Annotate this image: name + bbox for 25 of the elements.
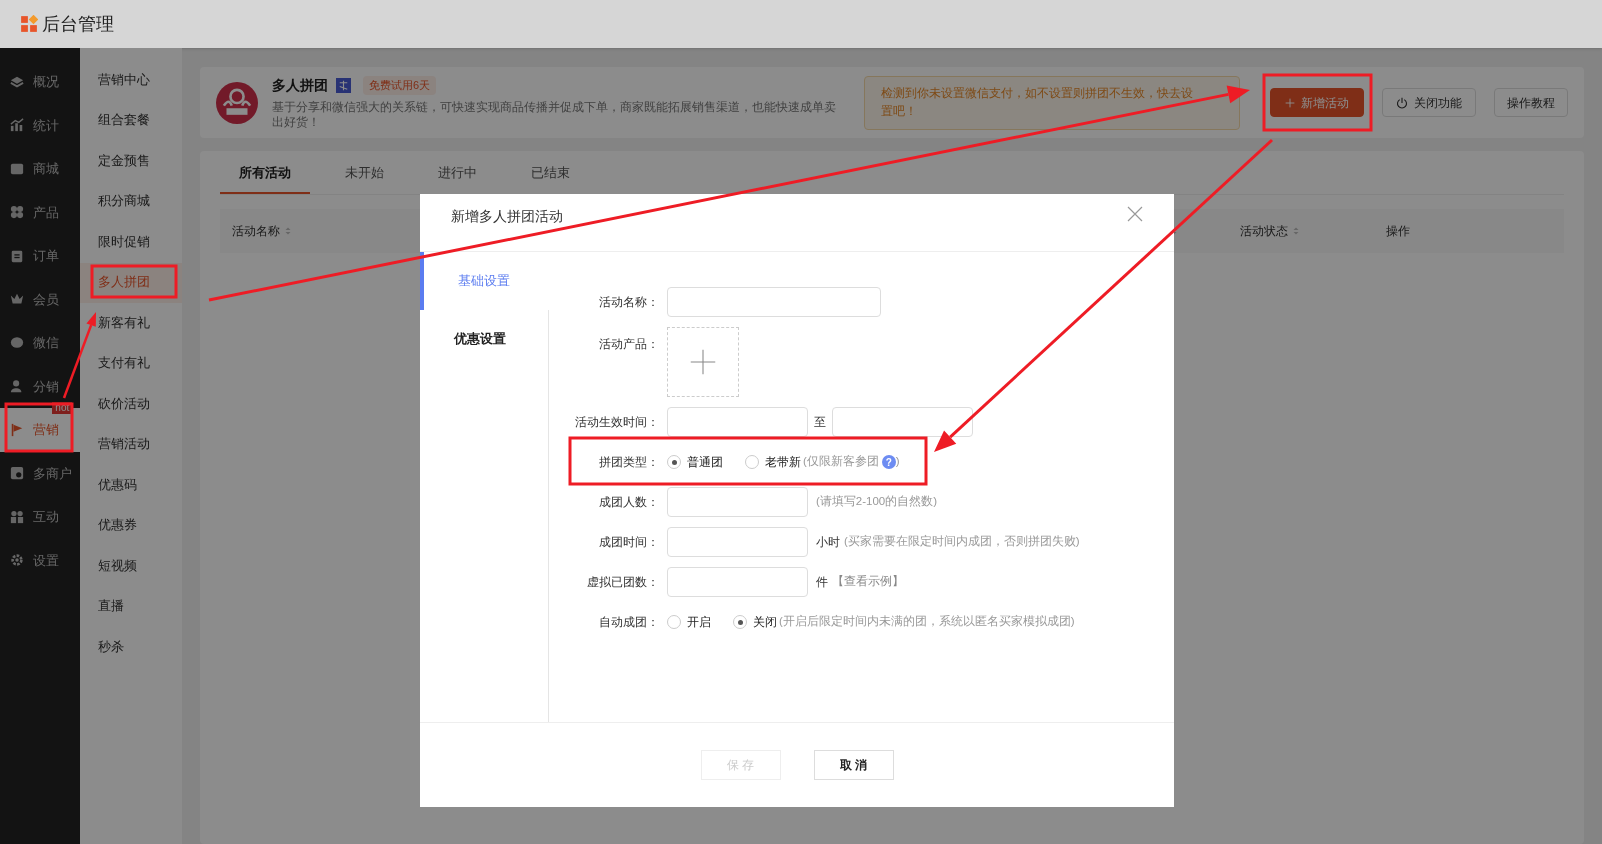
field-label: 拼团类型： <box>598 454 659 471</box>
field-label: 成团时间： <box>598 534 659 551</box>
warning-alert: 检测到你未设置微信支付，如不设置则拼团不生效，快去设置吧！ <box>864 75 1240 130</box>
app-title: 后台管理 <box>42 12 114 36</box>
column-header: 活动状态 <box>1240 223 1288 240</box>
field-label: 活动名称： <box>598 294 659 311</box>
field-label: 虚拟已团数： <box>586 574 659 591</box>
plugin-description: 基于分享和微信强大的关系链，可快速实现商品传播并促成下单，商家既能拓展销售渠道，也能快速成单卖出好货！ <box>272 100 837 130</box>
dialog-title: 新增多人拼团活动 <box>451 207 563 226</box>
field-label: 活动生效时间： <box>574 414 659 431</box>
hint-text: (仅限新客参团 <box>803 454 879 470</box>
column-header: 操作 <box>1386 223 1410 240</box>
field-label: 成团人数： <box>598 494 659 511</box>
hint-text: (请填写2-100的自然数) <box>816 494 938 510</box>
hint-text: (开启后限定时间内未满的团，系统以匿名买家模拟成团) <box>779 614 1075 630</box>
hint-text: (买家需要在限定时间内成团，否则拼团失败) <box>844 534 1080 550</box>
column-header: 活动名称 <box>232 223 280 240</box>
plugin-name: 多人拼团 <box>272 76 328 95</box>
trial-badge: 免费试用6天 <box>363 76 437 95</box>
hint-text: ) <box>895 454 900 470</box>
field-label: 自动成团： <box>598 614 659 631</box>
unit-label: 件 <box>816 574 828 591</box>
separator-text: 至 <box>814 414 826 431</box>
field-label: 活动产品： <box>598 336 659 353</box>
unit-label: 小时 <box>816 534 840 551</box>
